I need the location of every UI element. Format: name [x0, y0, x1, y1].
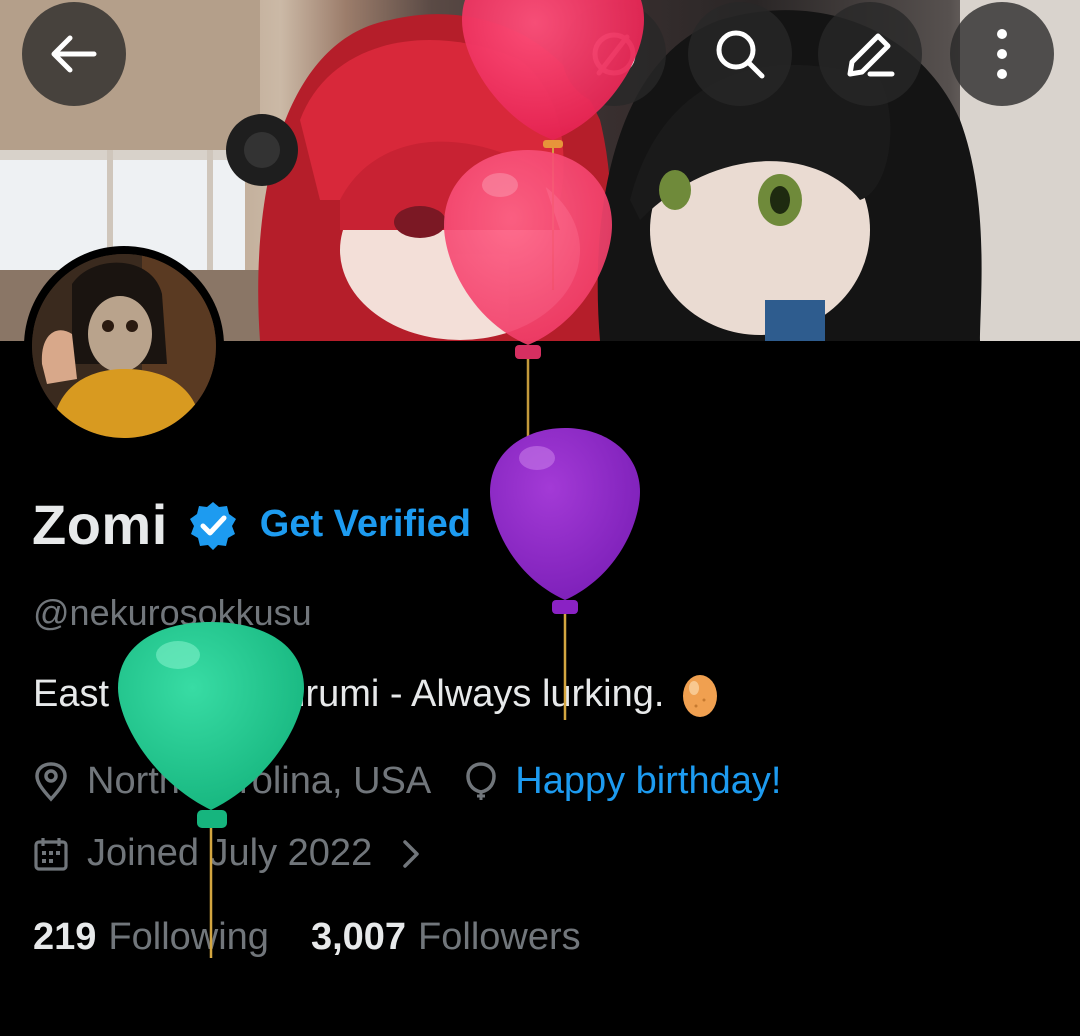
following-count: 219 — [33, 916, 97, 958]
following-link[interactable]: 219 Following — [33, 916, 269, 959]
followers-count: 3,007 — [310, 916, 407, 958]
location-text: North Carolina, USA — [87, 760, 432, 802]
profile-stats: 219 Following 3,007 Followers — [33, 916, 581, 959]
calendar-icon — [34, 837, 68, 871]
back-arrow-icon — [51, 35, 97, 73]
profile-meta-row: North Carolina, USA Happy birthday! — [33, 760, 781, 803]
chevron-right-icon — [403, 839, 419, 868]
birthday-text: Happy birthday! — [515, 760, 782, 802]
search-button[interactable] — [688, 2, 792, 106]
bio-text: East Coast Kigurumi - Always lurking. — [33, 672, 665, 715]
location-pin-icon — [35, 761, 67, 802]
more-button[interactable] — [950, 2, 1054, 106]
followers-link[interactable]: 3,007 Followers — [311, 916, 581, 959]
get-verified-link[interactable]: Get Verified — [260, 503, 471, 546]
egg-emoji-icon — [683, 675, 718, 717]
avatar[interactable] — [24, 246, 224, 446]
verified-badge-icon[interactable] — [188, 500, 238, 550]
grok-button[interactable] — [562, 2, 666, 106]
profile-handle: @nekurosokkusu — [33, 592, 312, 633]
joined-text: Joined July 2022 — [87, 832, 373, 874]
profile-joined-row[interactable]: Joined July 2022 — [33, 832, 422, 875]
following-label: Following — [108, 916, 269, 958]
avatar-image — [32, 254, 216, 438]
more-vertical-icon — [997, 29, 1007, 79]
profile-bio: East Coast Kigurumi - Always lurking. — [33, 670, 718, 718]
slash-circle-icon — [592, 32, 636, 76]
followers-label: Followers — [418, 916, 581, 958]
search-icon — [716, 30, 765, 79]
edit-pencil-icon — [847, 33, 895, 77]
profile-name: Zomi — [32, 493, 168, 556]
back-button[interactable] — [22, 2, 126, 106]
balloon-icon — [466, 761, 497, 800]
edit-button[interactable] — [818, 2, 922, 106]
